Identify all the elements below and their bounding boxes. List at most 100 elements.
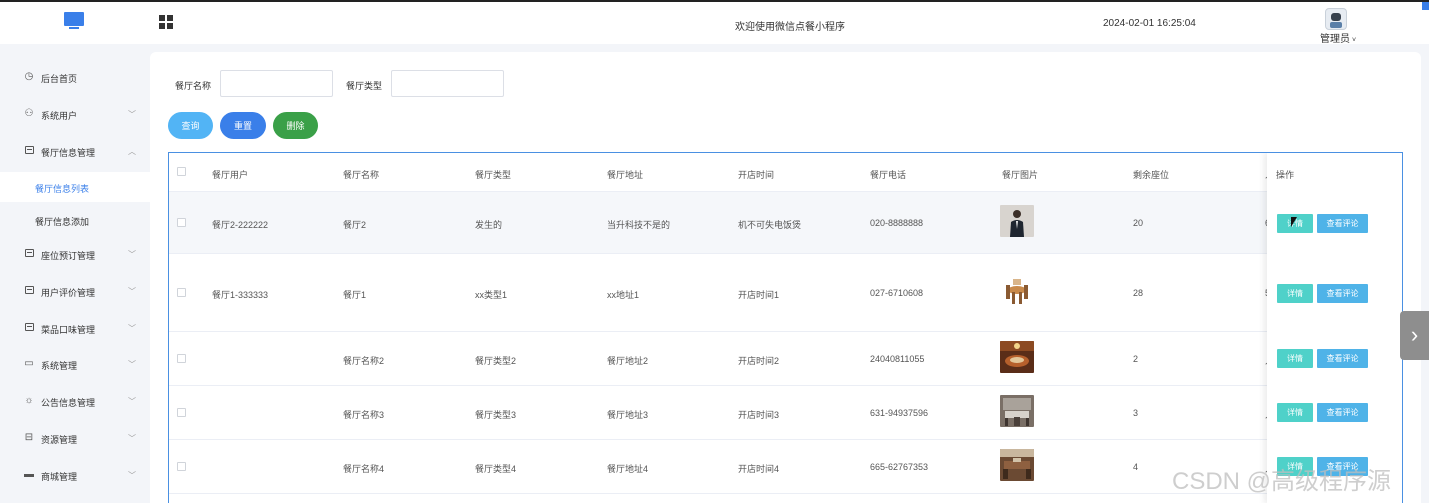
header-operation: 操作	[1276, 170, 1295, 180]
row-checkbox[interactable]	[177, 408, 186, 417]
menu-grid-icon[interactable]	[159, 15, 173, 29]
row-checkbox[interactable]	[177, 288, 186, 297]
folder-icon: ▭	[24, 358, 34, 369]
cell-name: 餐厅名称3	[343, 410, 385, 420]
sidebar-item-system-management[interactable]: ▭ 系统管理 ﹀	[0, 349, 150, 379]
row-checkbox[interactable]	[177, 218, 186, 227]
admin-avatar[interactable]	[1325, 8, 1347, 30]
cell-name: 餐厅2	[343, 220, 367, 230]
chevron-down-icon: ˅	[1352, 37, 1357, 44]
sidebar-item-label: 餐厅信息列表	[35, 184, 90, 194]
admin-menu[interactable]: 管理员 ˅	[1320, 30, 1356, 45]
form-icon	[24, 323, 34, 333]
welcome-text: 欢迎使用微信点餐小程序	[735, 22, 845, 33]
sidebar-item-label: 商城管理	[41, 472, 78, 482]
chevron-right-icon[interactable]: ›	[1400, 311, 1429, 360]
cell-user: 餐厅1-333333	[212, 290, 269, 300]
cell-phone: 020-8888888	[870, 218, 924, 228]
restaurant-image-person[interactable]	[1000, 205, 1034, 237]
sidebar-item-label: 餐厅信息添加	[35, 217, 90, 227]
query-button[interactable]: 查询	[168, 112, 213, 139]
restaurant-name-input[interactable]	[220, 70, 333, 97]
window-edge	[1422, 2, 1429, 10]
restaurant-image-banquet-room[interactable]	[1000, 341, 1034, 373]
cell-seats: 4	[1133, 462, 1139, 472]
cell-phone: 027-6710608	[870, 288, 924, 298]
reset-button[interactable]: 重置	[220, 112, 266, 139]
sidebar-item-dish-flavors[interactable]: 菜品口味管理 ﹀	[0, 313, 150, 343]
cell-opening-time: 开店时间2	[738, 356, 780, 366]
sidebar-item-seat-booking[interactable]: 座位预订管理 ﹀	[0, 239, 150, 269]
sidebar-item-label: 系统管理	[41, 361, 78, 371]
cell-name: 餐厅名称4	[343, 464, 385, 474]
monitor-logo-icon[interactable]	[64, 12, 84, 30]
sidebar-item-label: 座位预订管理	[41, 251, 96, 261]
detail-button[interactable]: 详情	[1277, 349, 1313, 368]
cell-seats: 28	[1133, 288, 1144, 298]
sidebar-item-announcements[interactable]: ☼ 公告信息管理 ﹀	[0, 386, 150, 416]
table-row[interactable]: 餐厅名称3 餐厅类型3 餐厅地址3 开店时间3 631-94937596 3 人	[169, 386, 1402, 440]
user-icon: ⚇	[24, 108, 34, 119]
form-icon	[24, 146, 34, 156]
view-reviews-button[interactable]: 查看评论	[1317, 214, 1368, 233]
top-bar: 欢迎使用微信点餐小程序 2024-02-01 16:25:04 管理员 ˅	[0, 0, 1429, 45]
restaurant-table: 餐厅用户 餐厅名称 餐厅类型 餐厅地址 开店时间 餐厅电话 餐厅图片 剩余座位 …	[168, 152, 1403, 503]
shop-icon: ▬	[24, 469, 34, 480]
form-icon	[24, 286, 34, 296]
cell-phone: 665-62767353	[870, 462, 929, 472]
cell-address: 餐厅地址2	[607, 356, 649, 366]
box-icon: ⊟	[24, 432, 34, 443]
view-reviews-button[interactable]: 查看评论	[1317, 284, 1368, 303]
select-all-checkbox[interactable]	[177, 167, 186, 176]
chevron-down-icon: ﹀	[128, 324, 136, 333]
cell-address: 餐厅地址3	[607, 410, 649, 420]
view-reviews-button[interactable]: 查看评论	[1317, 403, 1368, 422]
sidebar-subitem-restaurant-add[interactable]: 餐厅信息添加	[0, 205, 150, 235]
restaurant-image-dining-set[interactable]	[1000, 275, 1034, 307]
sidebar-item-label: 菜品口味管理	[41, 325, 96, 335]
sidebar-item-mall[interactable]: ▬ 商城管理 ﹀	[0, 460, 150, 490]
cell-address: 当升科技不是的	[607, 220, 671, 230]
cell-address: xx地址1	[607, 290, 640, 300]
sidebar-item-restaurant-info[interactable]: 餐厅信息管理 ︿	[0, 136, 150, 166]
row-checkbox[interactable]	[177, 462, 186, 471]
row-checkbox[interactable]	[177, 354, 186, 363]
sidebar-item-label: 公告信息管理	[41, 398, 96, 408]
cell-seats: 3	[1133, 408, 1139, 418]
header-restaurant-address: 餐厅地址	[607, 170, 644, 180]
cell-phone: 24040811055	[870, 354, 925, 364]
cell-name: 餐厅名称2	[343, 356, 385, 366]
cell-phone: 631-94937596	[870, 408, 929, 418]
table-row[interactable]: 餐厅1-333333 餐厅1 xx类型1 xx地址1 开店时间1 027-671…	[169, 254, 1402, 332]
cell-opening-time: 开店时间4	[738, 464, 780, 474]
sidebar-subitem-restaurant-list[interactable]: 餐厅信息列表	[0, 172, 150, 202]
chevron-down-icon: ﹀	[128, 434, 136, 443]
sidebar-item-user-reviews[interactable]: 用户评价管理 ﹀	[0, 276, 150, 306]
sidebar-item-home[interactable]: ◷ 后台首页	[0, 62, 150, 92]
view-reviews-button[interactable]: 查看评论	[1317, 349, 1368, 368]
table-row[interactable]: 餐厅名称2 餐厅类型2 餐厅地址2 开店时间2 24040811055 2 人	[169, 332, 1402, 386]
header-restaurant-user: 餐厅用户	[212, 170, 249, 180]
table-header-row: 餐厅用户 餐厅名称 餐厅类型 餐厅地址 开店时间 餐厅电话 餐厅图片 剩余座位 …	[169, 153, 1402, 192]
delete-button[interactable]: 删除	[273, 112, 318, 139]
detail-button[interactable]: 详情	[1277, 284, 1313, 303]
cell-type: 餐厅类型4	[475, 464, 517, 474]
chevron-down-icon: ﹀	[128, 110, 136, 119]
restaurant-image-hall[interactable]	[1000, 395, 1034, 427]
form-icon	[24, 249, 34, 259]
sidebar-item-label: 餐厅信息管理	[41, 148, 96, 158]
restaurant-image-wood-table[interactable]	[1000, 449, 1034, 481]
clock-icon: ◷	[24, 71, 34, 82]
sidebar-item-resources[interactable]: ⊟ 资源管理 ﹀	[0, 423, 150, 453]
detail-button[interactable]: 详情	[1277, 403, 1313, 422]
cell-opening-time: 开店时间1	[738, 290, 780, 300]
cell-address: 餐厅地址4	[607, 464, 649, 474]
sidebar-item-label: 用户评价管理	[41, 288, 96, 298]
table-row[interactable]: 餐厅2-222222 餐厅2 发生的 当升科技不是的 机不可失电饭煲 020-8…	[169, 192, 1402, 254]
restaurant-type-input[interactable]	[391, 70, 504, 97]
sidebar-item-label: 系统用户	[41, 111, 78, 121]
cell-name: 餐厅1	[343, 290, 367, 300]
sidebar-item-label: 资源管理	[41, 435, 78, 445]
sidebar-item-system-users[interactable]: ⚇ 系统用户 ﹀	[0, 99, 150, 129]
restaurant-name-label: 餐厅名称	[175, 81, 212, 91]
